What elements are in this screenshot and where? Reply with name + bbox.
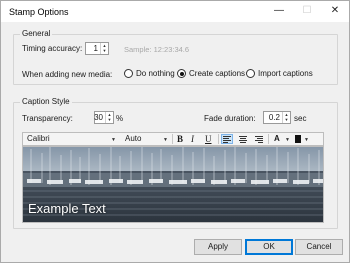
radio-create-captions-label: Create captions xyxy=(189,69,246,78)
underline-button[interactable]: U xyxy=(205,133,212,145)
general-group-label: General xyxy=(20,29,53,38)
window-title: Stamp Options xyxy=(9,7,69,17)
new-media-label: When adding new media: xyxy=(22,70,113,79)
toolbar-separator xyxy=(172,134,173,144)
toolbar-separator xyxy=(268,134,269,144)
radio-off-icon xyxy=(124,69,133,78)
background-color-icon[interactable] xyxy=(295,135,301,143)
transparency-stepper[interactable]: 30 ▲ ▼ xyxy=(94,111,114,124)
cancel-button[interactable]: Cancel xyxy=(295,239,343,255)
apply-button[interactable]: Apply xyxy=(194,239,242,255)
timing-accuracy-stepper[interactable]: 1 ▲ ▼ xyxy=(85,42,109,55)
timing-accuracy-value: 1 xyxy=(93,44,98,53)
sample-text: Sample: 12:23:34.6 xyxy=(124,45,190,54)
radio-do-nothing[interactable]: Do nothing xyxy=(124,69,175,78)
caption-style-group-label: Caption Style xyxy=(20,97,72,106)
font-select[interactable]: Calibri xyxy=(27,133,50,145)
caption-format-toolbar: Calibri ▼ Auto ▼ B I U A ▼ ▼ xyxy=(22,132,324,146)
spin-arrows-icon[interactable]: ▲ ▼ xyxy=(282,112,290,123)
italic-button[interactable]: I xyxy=(191,133,194,145)
transparency-label: Transparency: xyxy=(22,114,73,123)
ok-button[interactable]: OK xyxy=(245,239,293,255)
transparency-unit: % xyxy=(116,114,124,123)
stamp-options-dialog: Stamp Options — ☐ ✕ General Timing accur… xyxy=(0,0,350,263)
align-right-icon[interactable] xyxy=(253,134,265,144)
font-color-button[interactable]: A xyxy=(274,133,280,145)
timing-accuracy-label: Timing accuracy: xyxy=(22,44,83,53)
toolbar-separator xyxy=(218,134,219,144)
radio-on-icon xyxy=(177,69,186,78)
chevron-down-icon[interactable]: ▼ xyxy=(163,137,168,143)
close-icon[interactable]: ✕ xyxy=(321,1,349,22)
bold-button[interactable]: B xyxy=(177,133,183,145)
minimize-icon[interactable]: — xyxy=(265,1,293,22)
transparency-value: 30 xyxy=(94,113,103,122)
fade-duration-value: 0.2 xyxy=(268,113,280,122)
font-size-select[interactable]: Auto xyxy=(125,133,141,145)
fade-duration-unit: sec xyxy=(294,114,307,123)
radio-off-icon xyxy=(246,69,255,78)
spin-arrows-icon[interactable]: ▲ ▼ xyxy=(105,112,113,123)
chevron-down-icon[interactable]: ▼ xyxy=(111,137,116,143)
align-left-icon[interactable] xyxy=(221,134,233,144)
radio-do-nothing-label: Do nothing xyxy=(136,69,175,78)
fade-duration-stepper[interactable]: 0.2 ▲ ▼ xyxy=(263,111,291,124)
maximize-icon: ☐ xyxy=(302,5,312,16)
caption-preview: Example Text xyxy=(22,146,324,223)
radio-import-captions-label: Import captions xyxy=(258,69,313,78)
fade-duration-label: Fade duration: xyxy=(204,114,256,123)
chevron-down-icon[interactable]: ▼ xyxy=(304,137,309,143)
chevron-down-icon[interactable]: ▼ xyxy=(285,137,290,143)
radio-import-captions[interactable]: Import captions xyxy=(246,69,313,78)
align-center-icon[interactable] xyxy=(237,134,249,144)
spin-arrows-icon[interactable]: ▲ ▼ xyxy=(100,43,108,54)
radio-create-captions[interactable]: Create captions xyxy=(177,69,245,78)
caption-preview-text: Example Text xyxy=(28,201,106,216)
title-bar: Stamp Options — ☐ ✕ xyxy=(1,1,349,22)
